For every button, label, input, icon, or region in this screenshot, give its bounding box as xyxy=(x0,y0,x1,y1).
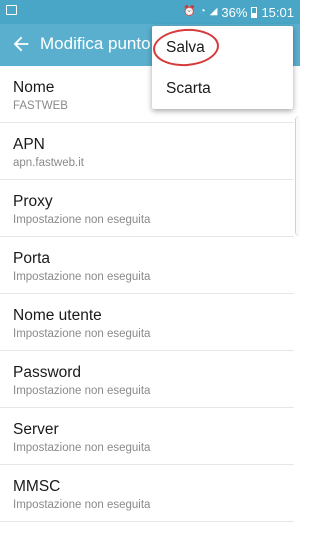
alarm-icon: ⏰ xyxy=(183,6,196,17)
setting-value: Impostazione non eseguita xyxy=(13,328,151,340)
setting-label: Proxy xyxy=(13,193,53,210)
setting-label: Server xyxy=(13,421,59,438)
signal-icon: ◢ xyxy=(209,6,218,17)
setting-value: Impostazione non eseguita xyxy=(13,214,151,226)
setting-value: Impostazione non eseguita xyxy=(13,499,151,511)
setting-row-mmsc[interactable]: MMSC Impostazione non eseguita xyxy=(0,465,294,522)
setting-row-nome-utente[interactable]: Nome utente Impostazione non eseguita xyxy=(0,294,294,351)
setting-label: MMSC xyxy=(13,478,61,495)
battery-icon xyxy=(251,6,258,18)
setting-row-password[interactable]: Password Impostazione non eseguita xyxy=(0,351,294,408)
battery-percent: 36% xyxy=(221,4,248,20)
setting-value: Impostazione non eseguita xyxy=(13,442,151,454)
apn-settings-list: Nome FASTWEB APN apn.fastweb.it Proxy Im… xyxy=(0,66,300,522)
setting-label: Porta xyxy=(13,250,51,267)
setting-value: apn.fastweb.it xyxy=(13,157,84,169)
status-time: 15:01 xyxy=(261,4,294,20)
setting-value: Impostazione non eseguita xyxy=(13,271,151,283)
setting-value: Impostazione non eseguita xyxy=(13,385,151,397)
arrow-left-icon[interactable] xyxy=(10,33,32,55)
setting-row-proxy[interactable]: Proxy Impostazione non eseguita xyxy=(0,180,294,237)
setting-label: Password xyxy=(13,364,82,381)
discard-menu-item[interactable]: Scarta xyxy=(166,80,211,98)
setting-label: APN xyxy=(13,136,45,153)
setting-row-server[interactable]: Server Impostazione non eseguita xyxy=(0,408,294,465)
status-icons: ⏰ ◔ ◢ 36% 15:01 xyxy=(183,3,294,21)
setting-label: Nome utente xyxy=(13,307,102,324)
setting-row-apn[interactable]: APN apn.fastweb.it xyxy=(0,123,294,180)
wifi-icon: ◔ xyxy=(199,6,206,17)
screenshot-icon xyxy=(6,5,17,15)
setting-row-porta[interactable]: Porta Impostazione non eseguita xyxy=(0,237,294,294)
scrollbar[interactable] xyxy=(295,116,300,236)
page-title: Modifica punto xyxy=(40,34,151,53)
status-bar: ⏰ ◔ ◢ 36% 15:01 xyxy=(0,0,300,24)
